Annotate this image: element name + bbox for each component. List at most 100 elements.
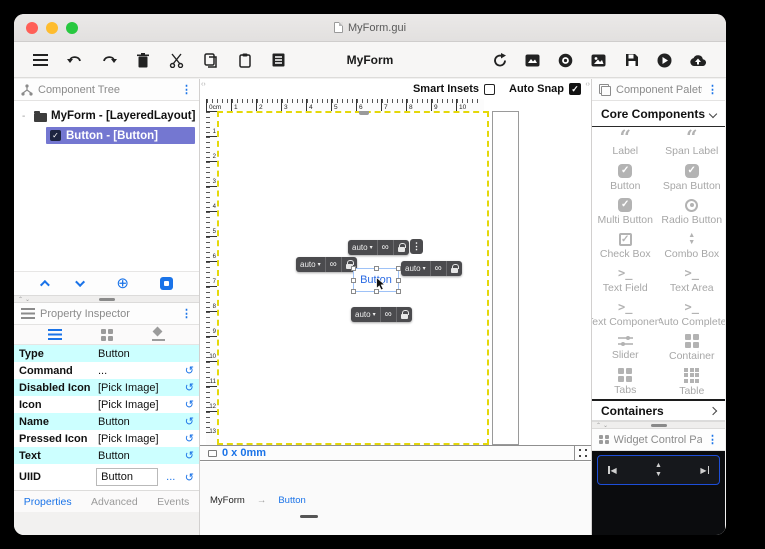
- skip-back-icon[interactable]: ◀: [608, 466, 617, 475]
- constraint-lock-button[interactable]: [394, 240, 409, 255]
- constraint-infinity-button[interactable]: ∞: [378, 240, 394, 255]
- palette-item-container[interactable]: Container: [659, 331, 726, 365]
- collapse-icon[interactable]: -: [22, 111, 30, 122]
- resize-handle[interactable]: [396, 278, 401, 283]
- resize-handle[interactable]: [351, 278, 356, 283]
- reset-property-icon[interactable]: ↺: [181, 381, 194, 394]
- canvas-handle[interactable]: [359, 111, 369, 115]
- splitter-collapse-icon[interactable]: ‹›: [201, 81, 206, 88]
- resize-handle[interactable]: [374, 266, 379, 271]
- palette-item-text-field[interactable]: >_ Text Field: [592, 263, 659, 297]
- inspector-menu-icon[interactable]: ⋮: [181, 307, 192, 320]
- constraint-auto-dropdown[interactable]: auto ▾: [401, 261, 431, 276]
- constraint-auto-dropdown[interactable]: auto ▾: [296, 257, 326, 272]
- property-row-text[interactable]: Text Button ↺: [14, 447, 199, 464]
- fullscreen-button[interactable]: [574, 445, 591, 461]
- section-containers[interactable]: Containers: [592, 399, 725, 421]
- tab-events[interactable]: Events: [157, 496, 189, 508]
- constraint-infinity-button[interactable]: ∞: [431, 261, 447, 276]
- panel-splitter[interactable]: ⌃⌄: [592, 421, 725, 429]
- auto-snap-option[interactable]: Auto Snap ✓: [509, 83, 581, 95]
- tree-item-button[interactable]: ✓ Button - [Button]: [46, 127, 195, 144]
- constraint-lock-button[interactable]: [447, 261, 462, 276]
- resize-handle[interactable]: [396, 266, 401, 271]
- palette-item-label[interactable]: “Label: [592, 127, 659, 161]
- move-down-button[interactable]: [75, 277, 86, 288]
- uiid-input[interactable]: [96, 468, 159, 486]
- form-canvas[interactable]: auto ▾ ∞ ⋮ auto ▾ ∞ auto ▾ ∞ auto ▾ ∞ Bu…: [217, 111, 489, 445]
- grid-view-icon[interactable]: [100, 328, 113, 341]
- palette-item-tabs[interactable]: Tabs: [592, 365, 659, 399]
- smart-insets-checkbox[interactable]: [484, 83, 495, 95]
- palette-item-multi-button[interactable]: ✓ Multi Button: [592, 195, 659, 229]
- screenshot-icon[interactable]: [524, 52, 541, 69]
- palette-item-slider[interactable]: Slider: [592, 331, 659, 365]
- scrollbar-thumb[interactable]: [300, 515, 318, 518]
- constraint-infinity-button[interactable]: ∞: [381, 307, 397, 322]
- reset-property-icon[interactable]: ↺: [181, 432, 194, 445]
- minimize-window-button[interactable]: [46, 22, 58, 34]
- add-component-button[interactable]: ⊕: [116, 276, 129, 291]
- style-view-icon[interactable]: [152, 328, 166, 341]
- palette-item-text-component[interactable]: >_Text Component: [592, 297, 659, 331]
- breadcrumb-form[interactable]: MyForm: [210, 495, 245, 506]
- reset-property-icon[interactable]: ↺: [181, 364, 194, 377]
- property-row-disabled-icon[interactable]: Disabled Icon [Pick Image] ↺: [14, 379, 199, 396]
- palette-item-check-box[interactable]: ✓ Check Box: [592, 229, 659, 263]
- panel-splitter[interactable]: ⌃⌄: [14, 295, 199, 303]
- play-icon[interactable]: [656, 52, 673, 69]
- section-core-components[interactable]: Core Components: [592, 101, 725, 127]
- constraint-lock-button[interactable]: [397, 307, 412, 322]
- tree-item-myform[interactable]: - MyForm - [LayeredLayout]: [14, 107, 199, 125]
- resize-handle[interactable]: [351, 289, 356, 294]
- zoom-window-button[interactable]: [66, 22, 78, 34]
- palette-item-table[interactable]: Table: [659, 365, 726, 399]
- reset-property-icon[interactable]: ↺: [181, 415, 194, 428]
- tree-menu-icon[interactable]: ⋮: [181, 83, 192, 96]
- reset-property-icon[interactable]: ↺: [181, 449, 194, 462]
- canvas-button-widget[interactable]: Button: [351, 266, 401, 294]
- tab-advanced[interactable]: Advanced: [91, 496, 138, 508]
- constraint-auto-dropdown[interactable]: auto ▾: [351, 307, 381, 322]
- property-row-command[interactable]: Command ... ↺: [14, 362, 199, 379]
- property-row-type[interactable]: Type Button: [14, 345, 199, 362]
- constraint-auto-dropdown[interactable]: auto ▾: [348, 240, 378, 255]
- skip-forward-icon[interactable]: ▶: [700, 466, 709, 475]
- up-icon[interactable]: ▲: [655, 462, 662, 469]
- breadcrumb-component[interactable]: Button: [278, 495, 305, 506]
- palette-item-span-label[interactable]: “Span Label: [659, 127, 726, 161]
- splitter-collapse-icon[interactable]: ‹›: [585, 81, 590, 88]
- palette-item-combo-box[interactable]: ▲ ▼ Combo Box: [659, 229, 726, 263]
- image-icon[interactable]: [590, 52, 607, 69]
- tab-properties[interactable]: Properties: [24, 496, 72, 508]
- auto-snap-checkbox[interactable]: ✓: [569, 83, 581, 95]
- reset-property-icon[interactable]: ↺: [181, 471, 194, 484]
- reset-property-icon[interactable]: ↺: [181, 398, 194, 411]
- palette-item-radio-button[interactable]: Radio Button: [659, 195, 726, 229]
- uiid-more-button[interactable]: ...: [166, 471, 175, 483]
- palette-item-button[interactable]: ✓ Button: [592, 161, 659, 195]
- record-icon[interactable]: [557, 52, 574, 69]
- resize-handle[interactable]: [396, 289, 401, 294]
- constraint-more-button[interactable]: ⋮: [410, 239, 423, 254]
- resize-handle[interactable]: [351, 266, 356, 271]
- widget-menu-icon[interactable]: ⋮: [707, 433, 718, 446]
- select-target-button[interactable]: [160, 277, 174, 290]
- refresh-icon[interactable]: [491, 52, 508, 69]
- close-window-button[interactable]: [26, 22, 38, 34]
- property-row-icon[interactable]: Icon [Pick Image] ↺: [14, 396, 199, 413]
- palette-item-text-area[interactable]: >_ Text Area: [659, 263, 726, 297]
- smart-insets-option[interactable]: Smart Insets: [413, 83, 495, 95]
- property-row-pressed-icon[interactable]: Pressed Icon [Pick Image] ↺: [14, 430, 199, 447]
- list-view-icon[interactable]: [47, 329, 62, 340]
- palette-menu-icon[interactable]: ⋮: [707, 83, 718, 96]
- move-up-button[interactable]: [39, 279, 50, 290]
- palette-item-span-button[interactable]: ✓ Span Button: [659, 161, 726, 195]
- save-icon[interactable]: [623, 52, 640, 69]
- device-icon: [208, 449, 217, 457]
- property-row-name[interactable]: Name Button ↺: [14, 413, 199, 430]
- constraint-infinity-button[interactable]: ∞: [326, 257, 342, 272]
- palette-item-auto-complete[interactable]: >_ Auto Complete: [659, 297, 726, 331]
- cloud-upload-icon[interactable]: [689, 52, 706, 69]
- down-icon[interactable]: ▼: [655, 471, 662, 478]
